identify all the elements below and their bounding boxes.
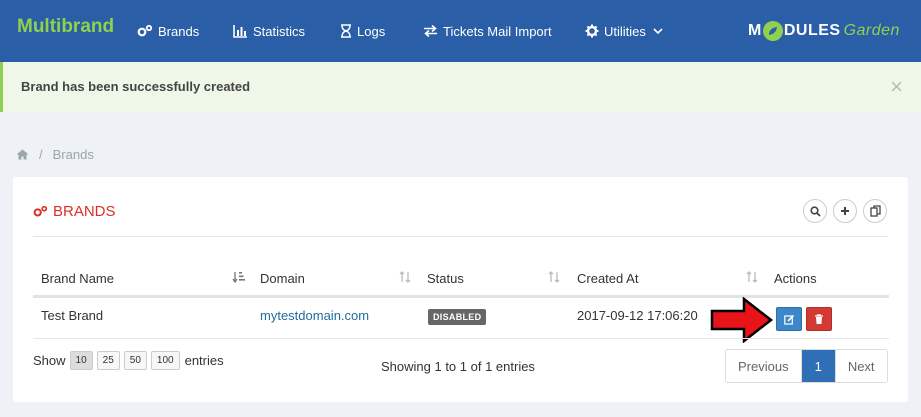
copy-icon	[869, 205, 881, 217]
brands-panel: BRANDS Brand Name Domain Status Created …	[13, 177, 908, 402]
home-icon[interactable]	[16, 149, 29, 160]
chevron-down-icon	[653, 27, 663, 34]
sort-icon[interactable]	[746, 271, 758, 283]
nav-statistics[interactable]: Statistics	[233, 22, 305, 40]
previous-page-button[interactable]: Previous	[726, 350, 802, 382]
length-option-100[interactable]: 100	[150, 351, 180, 370]
column-header-created-at[interactable]: Created At	[577, 271, 638, 286]
panel-title-label: BRANDS	[53, 203, 116, 220]
next-page-button[interactable]: Next	[835, 350, 887, 382]
column-header-brand-name[interactable]: Brand Name	[41, 271, 114, 286]
top-navbar: Multibrand Brands Statistics Logs Ticket…	[0, 0, 921, 62]
cog-icon	[585, 24, 599, 38]
panel-divider	[33, 236, 888, 237]
column-header-domain[interactable]: Domain	[260, 271, 305, 286]
length-suffix: entries	[184, 353, 224, 368]
nav-utilities-label: Utilities	[604, 23, 646, 39]
breadcrumb-separator: /	[39, 147, 43, 162]
add-brand-button[interactable]	[833, 199, 857, 223]
copy-button[interactable]	[863, 199, 887, 223]
modulesgarden-logo: M DULES Garden	[748, 18, 900, 44]
status-badge: DISABLED	[428, 309, 487, 325]
nav-tickets-mail-import-label: Tickets Mail Import	[443, 23, 552, 39]
pagination: Previous 1 Next	[725, 349, 888, 383]
cogs-icon	[33, 205, 48, 217]
table-row-divider	[33, 338, 889, 339]
app-title[interactable]: Multibrand	[17, 16, 114, 38]
exchange-icon	[424, 25, 437, 37]
length-option-25[interactable]: 25	[96, 351, 120, 370]
nav-brands-label: Brands	[158, 23, 200, 39]
cell-brand-name: Test Brand	[41, 308, 104, 323]
length-prefix: Show	[33, 353, 66, 368]
search-icon	[809, 205, 821, 217]
success-alert: Brand has been successfully created ×	[0, 62, 921, 112]
edit-button[interactable]	[776, 307, 802, 331]
nav-logs[interactable]: Logs	[340, 22, 385, 40]
plus-icon	[841, 207, 849, 215]
sort-icon[interactable]	[548, 271, 560, 283]
nav-statistics-label: Statistics	[253, 23, 306, 39]
page-length-selector: Show 10 25 50 100 entries	[33, 351, 224, 370]
logo-text-c: Garden	[843, 22, 900, 39]
red-arrow-annotation-icon	[710, 297, 774, 343]
length-option-10[interactable]: 10	[69, 351, 93, 370]
sort-icon[interactable]	[399, 271, 411, 283]
cell-created-at: 2017-09-12 17:06:20	[577, 308, 698, 323]
cogs-icon	[137, 24, 153, 37]
trash-icon	[815, 313, 823, 324]
sort-asc-icon[interactable]	[232, 271, 246, 283]
nav-logs-label: Logs	[357, 23, 386, 39]
alert-message: Brand has been successfully created	[21, 79, 251, 94]
logo-o-icon	[762, 21, 783, 41]
column-header-status[interactable]: Status	[427, 271, 464, 286]
logo-text-b: DULES	[783, 22, 841, 39]
search-button[interactable]	[803, 199, 827, 223]
breadcrumb-current: Brands	[52, 147, 94, 162]
column-header-actions: Actions	[774, 271, 817, 286]
nav-utilities[interactable]: Utilities	[585, 22, 663, 40]
cell-domain-link[interactable]: mytestdomain.com	[260, 308, 369, 323]
nav-brands[interactable]: Brands	[137, 22, 199, 40]
hourglass-icon	[341, 24, 351, 38]
panel-title: BRANDS	[33, 203, 116, 220]
nav-tickets-mail-import[interactable]: Tickets Mail Import	[423, 22, 552, 40]
breadcrumb: / Brands	[16, 147, 94, 162]
page-1-button[interactable]: 1	[801, 350, 836, 382]
logo-text-a: M	[748, 22, 762, 39]
table-info: Showing 1 to 1 of 1 entries	[381, 359, 535, 374]
length-option-50[interactable]: 50	[123, 351, 147, 370]
delete-button[interactable]	[806, 307, 832, 331]
edit-icon	[783, 314, 794, 325]
close-icon[interactable]: ×	[890, 74, 903, 100]
bar-chart-icon	[233, 24, 247, 38]
